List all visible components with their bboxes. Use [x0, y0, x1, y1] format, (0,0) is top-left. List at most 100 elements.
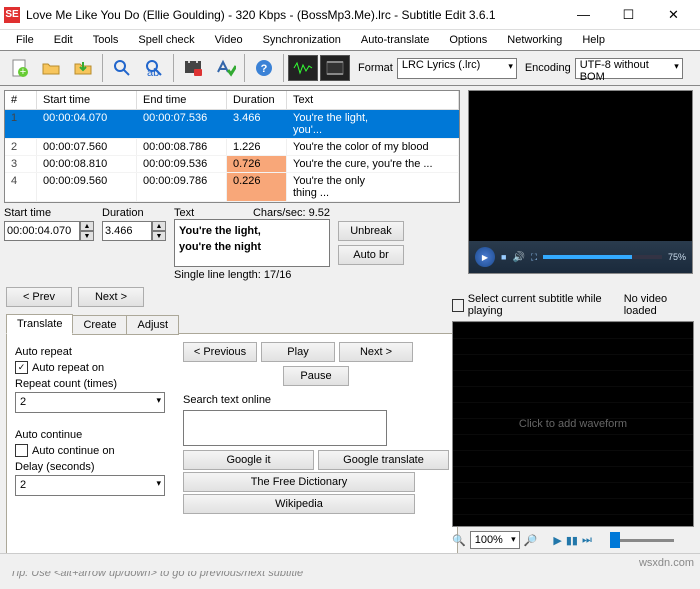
menu-options[interactable]: Options: [441, 32, 495, 48]
menu-edit[interactable]: Edit: [46, 32, 81, 48]
auto-continue-label: Auto continue: [15, 429, 165, 441]
col-end[interactable]: End time: [137, 91, 227, 109]
minimize-button[interactable]: —: [561, 0, 606, 30]
replace-icon[interactable]: ab: [139, 53, 169, 83]
single-line-length: Single line length: 17/16: [174, 269, 330, 281]
visual-sync-icon[interactable]: [178, 53, 208, 83]
google-it-button[interactable]: Google it: [183, 450, 314, 470]
menu-video[interactable]: Video: [207, 32, 251, 48]
svg-text:?: ?: [261, 63, 268, 75]
table-row[interactable]: 100:00:04.07000:00:07.5363.466You're the…: [5, 110, 459, 139]
start-down[interactable]: ▼: [80, 231, 94, 241]
repeat-count-select[interactable]: 2: [15, 392, 165, 413]
tab-adjust[interactable]: Adjust: [126, 315, 179, 335]
video-play-icon[interactable]: ▶: [475, 247, 495, 267]
no-video-label: No video loaded: [624, 293, 694, 317]
close-button[interactable]: ✕: [651, 0, 696, 30]
repeat-count-label: Repeat count (times): [15, 378, 165, 390]
wave-grid-icon[interactable]: ▮▮: [566, 534, 578, 547]
search-online-label: Search text online: [183, 394, 449, 406]
svg-text:ab: ab: [147, 67, 159, 78]
menu-help[interactable]: Help: [574, 32, 613, 48]
new-file-icon[interactable]: +: [4, 53, 34, 83]
unbreak-button[interactable]: Unbreak: [338, 221, 404, 241]
select-current-checkbox[interactable]: [452, 299, 464, 312]
col-text[interactable]: Text: [287, 91, 459, 109]
menu-file[interactable]: File: [8, 32, 42, 48]
delay-label: Delay (seconds): [15, 461, 165, 473]
menu-bar: File Edit Tools Spell check Video Synchr…: [0, 30, 700, 50]
table-row[interactable]: 200:00:07.56000:00:08.7861.226You're the…: [5, 139, 459, 156]
google-translate-button[interactable]: Google translate: [318, 450, 449, 470]
next-button-play[interactable]: Next >: [339, 342, 413, 362]
zoom-select[interactable]: 100%: [470, 531, 520, 549]
toolbar: + ab ? Format LRC Lyrics (.lrc) Encoding…: [0, 50, 700, 86]
translate-panel: Auto repeat ✓ Auto repeat on Repeat count…: [6, 333, 458, 561]
menu-autotranslate[interactable]: Auto-translate: [353, 32, 437, 48]
start-time-label: Start time: [4, 207, 94, 219]
waveform-toggle-icon[interactable]: [288, 55, 318, 81]
table-row[interactable]: 300:00:08.81000:00:09.5360.726You're the…: [5, 156, 459, 173]
svg-text:+: +: [20, 66, 26, 78]
window-title: Love Me Like You Do (Ellie Goulding) - 3…: [26, 8, 561, 22]
chars-sec-label: Chars/sec: 9.52: [253, 207, 330, 219]
col-dur[interactable]: Duration: [227, 91, 287, 109]
help-icon[interactable]: ?: [249, 53, 279, 83]
subtitle-table[interactable]: # Start time End time Duration Text 100:…: [4, 90, 460, 203]
encoding-select[interactable]: UTF-8 without BOM: [575, 58, 683, 79]
auto-continue-checkbox[interactable]: [15, 444, 28, 457]
tab-create[interactable]: Create: [72, 315, 127, 335]
find-icon[interactable]: [107, 53, 137, 83]
subtitle-text-input[interactable]: You're the light,you're the night: [174, 219, 330, 267]
waveform-area[interactable]: Click to add waveform: [452, 321, 694, 527]
zoom-in-icon[interactable]: 🔎: [524, 534, 538, 547]
auto-repeat-label: Auto repeat: [15, 346, 165, 358]
format-select[interactable]: LRC Lyrics (.lrc): [397, 58, 517, 79]
prev-button[interactable]: < Prev: [6, 287, 72, 307]
next-button[interactable]: Next >: [78, 287, 144, 307]
wave-position-slider[interactable]: [610, 539, 674, 542]
wave-play-icon[interactable]: ▶: [553, 534, 561, 547]
status-text: wsxdn.com: [639, 557, 694, 569]
auto-repeat-checkbox[interactable]: ✓: [15, 361, 28, 374]
open-file-icon[interactable]: [36, 53, 66, 83]
free-dictionary-button[interactable]: The Free Dictionary: [183, 472, 415, 492]
col-start[interactable]: Start time: [37, 91, 137, 109]
video-fullscreen-icon[interactable]: ⛶: [531, 252, 537, 263]
pause-button[interactable]: Pause: [283, 366, 349, 386]
start-time-input[interactable]: [4, 221, 80, 241]
menu-networking[interactable]: Networking: [499, 32, 570, 48]
search-online-input[interactable]: [183, 410, 387, 446]
auto-continue-on-label: Auto continue on: [32, 445, 115, 457]
auto-repeat-on-label: Auto repeat on: [32, 362, 104, 374]
spellcheck-icon[interactable]: [210, 53, 240, 83]
delay-select[interactable]: 2: [15, 475, 165, 496]
app-icon: SE: [4, 7, 20, 23]
save-file-icon[interactable]: [68, 53, 98, 83]
menu-spellcheck[interactable]: Spell check: [130, 32, 202, 48]
col-num[interactable]: #: [5, 91, 37, 109]
format-label: Format: [358, 62, 393, 74]
video-toggle-icon[interactable]: [320, 55, 350, 81]
maximize-button[interactable]: ☐: [606, 0, 651, 30]
play-button[interactable]: Play: [261, 342, 335, 362]
text-label: Text: [174, 207, 194, 219]
wikipedia-button[interactable]: Wikipedia: [183, 494, 415, 514]
encoding-label: Encoding: [525, 62, 571, 74]
video-stop-icon[interactable]: ■: [501, 252, 506, 262]
tab-translate[interactable]: Translate: [6, 314, 73, 334]
video-volume-icon[interactable]: 🔊: [512, 252, 524, 263]
video-preview[interactable]: ▶ ■ 🔊 ⛶ 75%: [468, 90, 693, 274]
menu-sync[interactable]: Synchronization: [255, 32, 349, 48]
dur-up[interactable]: ▲: [152, 221, 166, 231]
dur-down[interactable]: ▼: [152, 231, 166, 241]
table-row[interactable]: 400:00:09.56000:00:09.7860.226You're the…: [5, 173, 459, 202]
previous-button[interactable]: < Previous: [183, 342, 257, 362]
zoom-out-icon[interactable]: 🔍: [452, 534, 466, 547]
wave-nextscene-icon[interactable]: ⏭: [582, 534, 592, 547]
autobr-button[interactable]: Auto br: [338, 245, 404, 265]
video-progress-label: 75%: [668, 252, 686, 262]
start-up[interactable]: ▲: [80, 221, 94, 231]
menu-tools[interactable]: Tools: [85, 32, 127, 48]
duration-input[interactable]: [102, 221, 152, 241]
